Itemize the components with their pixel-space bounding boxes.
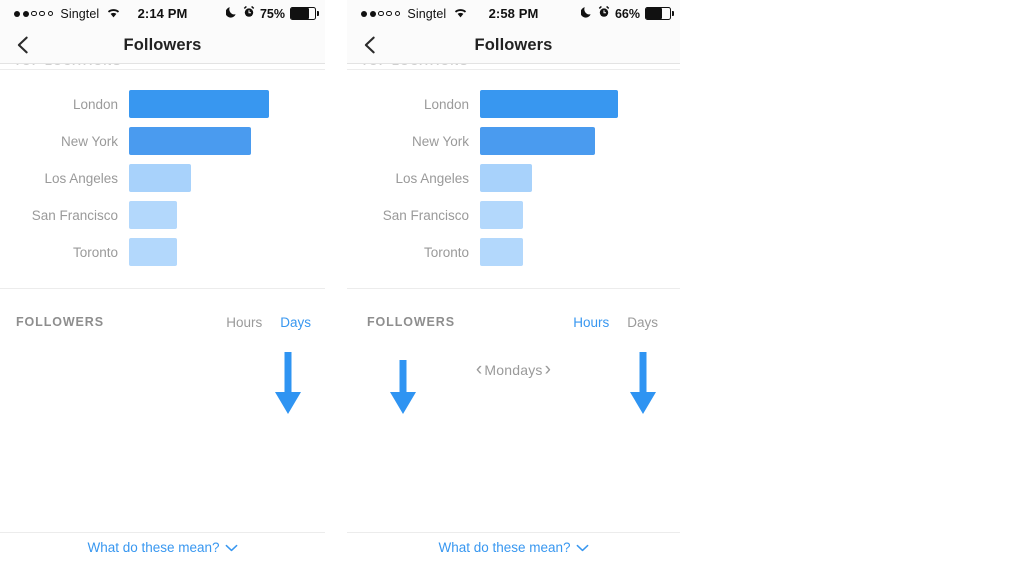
location-bar — [480, 90, 618, 118]
bottom-bar: What do these mean? — [347, 532, 680, 576]
followers-range-toggle: Hours Days — [226, 315, 311, 330]
what-do-these-mean-link[interactable]: What do these mean? — [438, 540, 588, 555]
followers-section: FOLLOWERSHoursDaysMTWTFSS — [0, 307, 325, 552]
location-bar — [480, 201, 523, 229]
location-label: London — [423, 96, 469, 112]
chevron-down-icon — [225, 544, 238, 552]
followers-header: FOLLOWERS Hours Days — [0, 307, 325, 337]
status-right-group: 66% — [580, 5, 674, 23]
toggle-hours[interactable]: Hours — [573, 315, 609, 330]
location-row: Toronto — [0, 238, 325, 266]
background-filler — [680, 0, 1024, 576]
location-row: San Francisco — [347, 201, 680, 229]
day-navigator-label: Mondays — [484, 362, 543, 378]
back-button[interactable] — [10, 32, 36, 58]
location-row: Los Angeles — [347, 164, 680, 192]
location-row: Los Angeles — [0, 164, 325, 192]
section-label-top-locations: TOP LOCATIONS — [0, 64, 325, 69]
page-title: Followers — [123, 35, 202, 54]
battery-percent: 66% — [614, 6, 640, 21]
alarm-clock-icon — [598, 5, 610, 17]
location-bar — [129, 201, 177, 229]
location-row: London — [0, 90, 325, 118]
day-navigator: ‹ Mondays › — [347, 359, 680, 381]
alarm-clock-icon — [598, 5, 610, 23]
battery-icon — [290, 7, 319, 20]
top-locations-chart: London New York Los Angeles San Francisco To… — [0, 70, 325, 288]
followers-header: FOLLOWERS Hours Days — [347, 307, 680, 337]
toggle-days[interactable]: Days — [627, 315, 658, 330]
section-label-top-locations: TOP LOCATIONS — [347, 64, 680, 69]
what-do-these-mean-label: What do these mean? — [87, 540, 220, 555]
moon-icon — [580, 6, 591, 18]
alarm-clock-icon — [243, 5, 255, 17]
section-label-text: TOP LOCATIONS — [361, 64, 469, 68]
battery-icon — [645, 7, 674, 20]
location-bar — [480, 164, 532, 192]
followers-range-toggle: Hours Days — [573, 315, 658, 330]
status-right-group: 75% — [225, 5, 319, 23]
location-label: Toronto — [72, 244, 118, 260]
toggle-days[interactable]: Days — [280, 315, 311, 330]
moon-icon — [225, 5, 238, 23]
location-label: Los Angeles — [395, 170, 469, 186]
location-bar — [480, 238, 523, 266]
top-locations-chart: London New York Los Angeles San Francisco To… — [347, 70, 680, 288]
nav-bar: Followers — [0, 27, 325, 64]
phone-panel-right: Singtel2:58 PM66% Followers TOP LOCATIONS L… — [347, 0, 680, 576]
screenshot-stage: Singtel2:14 PM75% Followers TOP LOCATIONS L… — [0, 0, 1024, 576]
location-row: Toronto — [347, 238, 680, 266]
chevron-down-icon — [576, 544, 589, 552]
status-bar: Singtel 2:58 PM 66% — [347, 0, 680, 27]
divider-locations-followers — [0, 288, 325, 289]
location-label: London — [72, 96, 118, 112]
toggle-hours[interactable]: Hours — [226, 315, 262, 330]
next-day-button[interactable]: › — [545, 359, 552, 380]
battery-percent: 75% — [259, 6, 285, 21]
location-bar — [129, 164, 191, 192]
location-label: San Francisco — [31, 207, 118, 223]
moon-icon — [580, 5, 593, 23]
location-label: Toronto — [423, 244, 469, 260]
followers-title: FOLLOWERS — [16, 315, 104, 329]
followers-title: FOLLOWERS — [367, 315, 455, 329]
location-bar — [129, 238, 177, 266]
location-row: London — [347, 90, 680, 118]
nav-bar: Followers — [347, 27, 680, 64]
followers-section: FOLLOWERSHoursDays‹Mondays›12a3a6a9a12p3… — [347, 307, 680, 552]
moon-icon — [225, 6, 236, 18]
what-do-these-mean-link[interactable]: What do these mean? — [87, 540, 237, 555]
section-label-text: TOP LOCATIONS — [14, 64, 122, 68]
location-label: San Francisco — [382, 207, 469, 223]
divider-locations-followers — [347, 288, 680, 289]
location-bar — [129, 90, 269, 118]
location-row: San Francisco — [0, 201, 325, 229]
alarm-clock-icon — [243, 5, 255, 23]
phone-panel-left: Singtel2:14 PM75% Followers TOP LOCATIONS L… — [0, 0, 325, 576]
location-label: New York — [60, 133, 118, 149]
location-row: New York — [0, 127, 325, 155]
bottom-bar: What do these mean? — [0, 532, 325, 576]
location-label: Los Angeles — [44, 170, 118, 186]
what-do-these-mean-label: What do these mean? — [438, 540, 571, 555]
status-bar: Singtel 2:14 PM 75% — [0, 0, 325, 27]
page-title: Followers — [474, 35, 553, 54]
location-row: New York — [347, 127, 680, 155]
location-bar — [129, 127, 251, 155]
prev-day-button[interactable]: ‹ — [476, 359, 483, 380]
location-bar — [480, 127, 595, 155]
back-button[interactable] — [357, 32, 383, 58]
location-label: New York — [411, 133, 469, 149]
